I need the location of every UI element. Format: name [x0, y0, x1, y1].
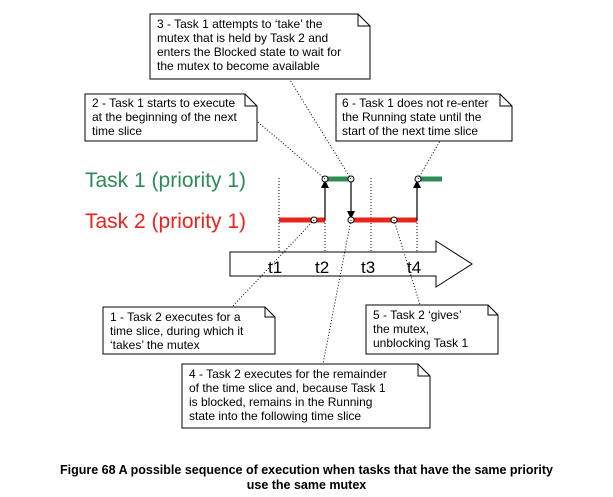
caption-line-2: use the same mutex: [246, 478, 367, 492]
note-6-text: 6 - Task 1 does not re-enter the Running …: [342, 96, 489, 138]
mutex-sequence-diagram: Task 1 (priority 1) Task 2 (priority 1) …: [84, 13, 513, 429]
time-slice-lines: [278, 178, 418, 252]
task2-label: Task 2 (priority 1): [85, 210, 246, 233]
leader-note2: [251, 116, 326, 180]
figure-caption: Figure 68 A possible sequence of executi…: [0, 463, 613, 493]
leader-note6: [417, 140, 441, 180]
timeline-arrow: [229, 240, 473, 288]
note-6: 6 - Task 1 does not re-enter the Running …: [335, 93, 513, 142]
event-markers: [310, 175, 422, 224]
note-4-text: 4 - Task 2 executes for the remainder of …: [189, 367, 387, 423]
tick-label-t4: t4: [407, 258, 421, 277]
note-2: 2 - Task 1 starts to execute at the begin…: [84, 93, 258, 142]
note-1: 1 - Task 2 executes for a time slice, dur…: [102, 306, 276, 355]
note-3: 3 - Task 1 attempts to ‘take’ the mutex t…: [149, 13, 371, 80]
note-4: 4 - Task 2 executes for the remainder of …: [181, 363, 431, 429]
tick-label-t1: t1: [268, 258, 282, 277]
task1-label: Task 1 (priority 1): [85, 169, 246, 192]
caption-line-1: Figure 68 A possible sequence of executi…: [60, 463, 553, 477]
note-3-text: 3 - Task 1 attempts to ‘take’ the mutex t…: [157, 17, 341, 73]
note-5: 5 - Task 2 ‘gives’ the mutex, unblocking T…: [365, 304, 499, 355]
tick-label-t3: t3: [361, 258, 375, 277]
leader-note4: [322, 219, 352, 365]
tick-label-t2: t2: [315, 258, 329, 277]
